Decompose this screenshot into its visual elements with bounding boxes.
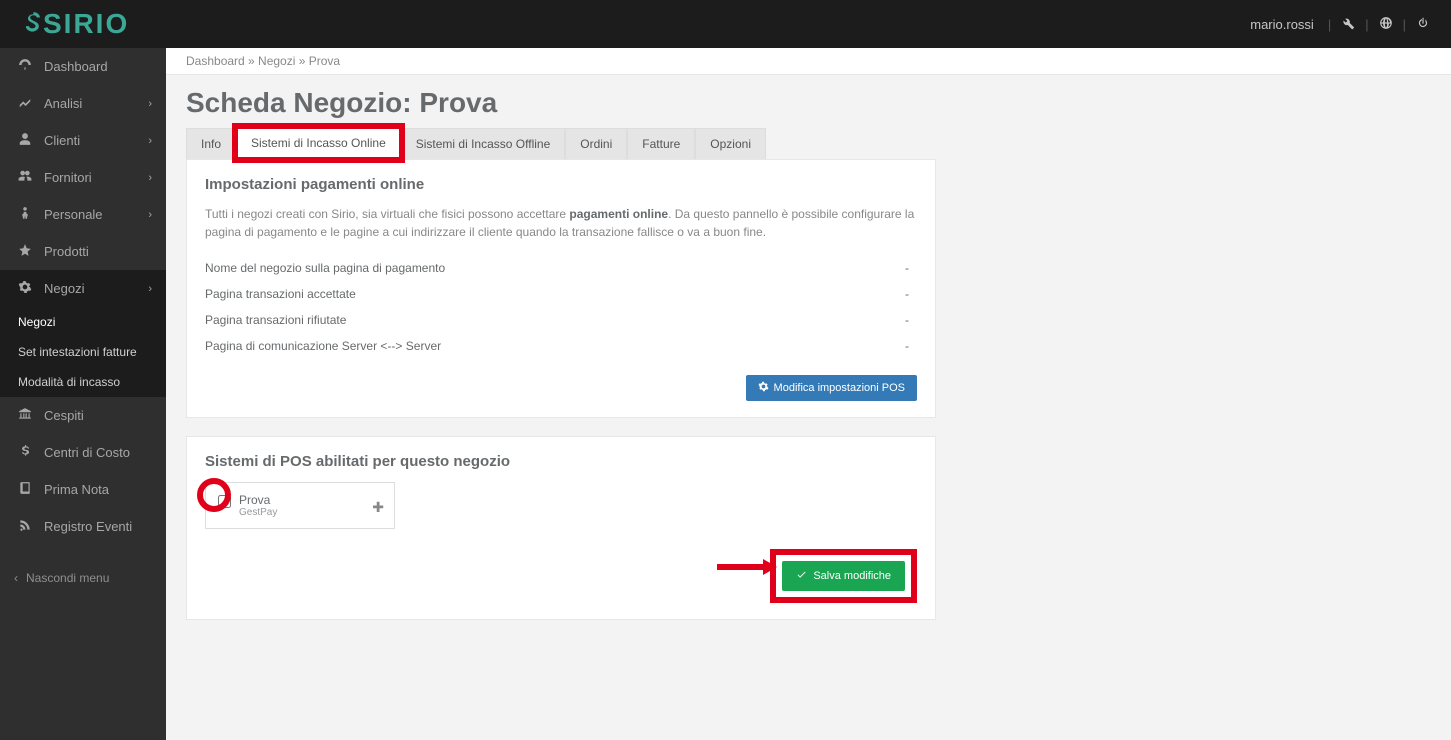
sidebar-item-label: Analisi [44, 96, 148, 111]
chevron-right-icon: › [148, 98, 152, 110]
chevron-left-icon: ‹ [14, 571, 18, 585]
tab-sistemi-di-incasso-online[interactable]: Sistemi di Incasso Online [236, 127, 401, 159]
power-icon[interactable] [1410, 16, 1436, 33]
sidebar-item-analisi[interactable]: Analisi› [0, 85, 166, 122]
sidebar-item-prodotti[interactable]: Prodotti [0, 233, 166, 270]
tab-opzioni[interactable]: Opzioni [695, 128, 766, 159]
username[interactable]: mario.rossi [1250, 17, 1314, 32]
divider: | [1365, 17, 1368, 32]
top-right: mario.rossi | | | [1250, 16, 1436, 33]
panel-help: Tutti i negozi creati con Sirio, sia vir… [205, 205, 917, 241]
expand-icon[interactable]: ✚ [372, 499, 384, 516]
setting-value: - [897, 313, 917, 327]
setting-key: Pagina transazioni accettate [205, 287, 897, 301]
sidebar-item-centri-di-costo[interactable]: Centri di Costo [0, 434, 166, 471]
chevron-right-icon: › [148, 135, 152, 147]
users-icon [14, 169, 36, 186]
logo-snake-icon [15, 11, 41, 37]
star-icon [14, 243, 36, 260]
pos-checkbox[interactable] [218, 495, 231, 508]
check-icon [796, 569, 807, 583]
setting-key: Pagina transazioni rifiutate [205, 313, 897, 327]
dollar-icon [14, 444, 36, 461]
sidebar-item-personale[interactable]: Personale› [0, 196, 166, 233]
pos-name: Prova [239, 493, 277, 507]
sidebar-subitem[interactable]: Set intestazioni fatture [0, 337, 166, 367]
main-content: Dashboard » Negozi » Prova Scheda Negozi… [166, 48, 1451, 740]
help-bold: pagamenti online [569, 207, 668, 221]
setting-value: - [897, 287, 917, 301]
pos-card[interactable]: Prova GestPay ✚ [205, 482, 395, 529]
sidebar-item-label: Fornitori [44, 170, 148, 185]
setting-value: - [897, 261, 917, 275]
bank-icon [14, 407, 36, 424]
hide-menu[interactable]: ‹ Nascondi menu [0, 557, 166, 599]
logo-text: SIRIO [43, 8, 129, 40]
setting-row: Nome del negozio sulla pagina di pagamen… [205, 255, 917, 281]
breadcrumb[interactable]: Dashboard » Negozi » Prova [166, 48, 1451, 75]
setting-key: Nome del negozio sulla pagina di pagamen… [205, 261, 897, 275]
sidebar-item-registro-eventi[interactable]: Registro Eventi [0, 508, 166, 545]
chevron-right-icon: › [148, 283, 152, 295]
sidebar-item-label: Personale [44, 207, 148, 222]
chevron-right-icon: › [148, 172, 152, 184]
analytics-icon [14, 95, 36, 112]
divider: | [1328, 17, 1331, 32]
panel-title: Sistemi di POS abilitati per questo nego… [205, 453, 917, 470]
save-button[interactable]: Salva modifiche [782, 561, 905, 591]
sidebar: DashboardAnalisi›Clienti›Fornitori›Perso… [0, 48, 166, 740]
logo: SIRIO [15, 8, 129, 40]
sidebar-item-label: Prima Nota [44, 482, 152, 497]
sidebar-item-dashboard[interactable]: Dashboard [0, 48, 166, 85]
sidebar-item-label: Clienti [44, 133, 148, 148]
sidebar-item-label: Negozi [44, 281, 148, 296]
rss-icon [14, 518, 36, 535]
setting-key: Pagina di comunicazione Server <--> Serv… [205, 339, 897, 353]
wrench-icon[interactable] [1335, 16, 1361, 33]
setting-row: Pagina di comunicazione Server <--> Serv… [205, 333, 917, 359]
topbar: SIRIO mario.rossi | | | [0, 0, 1451, 48]
user-icon [14, 132, 36, 149]
hide-menu-label: Nascondi menu [26, 571, 109, 585]
panel-online-settings: Impostazioni pagamenti online Tutti i ne… [186, 159, 936, 418]
sidebar-item-clienti[interactable]: Clienti› [0, 122, 166, 159]
setting-row: Pagina transazioni accettate- [205, 281, 917, 307]
annotation-box: Salva modifiche [770, 549, 917, 603]
chevron-right-icon: › [148, 209, 152, 221]
button-label: Salva modifiche [813, 570, 891, 582]
tab-ordini[interactable]: Ordini [565, 128, 627, 159]
panel-pos-enabled: Sistemi di POS abilitati per questo nego… [186, 436, 936, 620]
sidebar-item-label: Centri di Costo [44, 445, 152, 460]
book-icon [14, 481, 36, 498]
globe-icon[interactable] [1373, 16, 1399, 33]
sidebar-item-label: Registro Eventi [44, 519, 152, 534]
sidebar-item-label: Dashboard [44, 59, 152, 74]
page-title: Scheda Negozio: Prova [166, 75, 956, 127]
gear-icon [758, 381, 769, 395]
tabs: InfoSistemi di Incasso OnlineSistemi di … [166, 127, 956, 159]
person-icon [14, 206, 36, 223]
sidebar-subitem[interactable]: Modalità di incasso [0, 367, 166, 397]
setting-row: Pagina transazioni rifiutate- [205, 307, 917, 333]
button-label: Modifica impostazioni POS [774, 382, 905, 394]
panel-title: Impostazioni pagamenti online [205, 176, 917, 193]
tab-sistemi-di-incasso-offline[interactable]: Sistemi di Incasso Offline [401, 128, 566, 159]
sidebar-subitem[interactable]: Negozi [0, 307, 166, 337]
tab-info[interactable]: Info [186, 128, 236, 159]
sidebar-item-cespiti[interactable]: Cespiti [0, 397, 166, 434]
help-pre: Tutti i negozi creati con Sirio, sia vir… [205, 207, 569, 221]
pos-type: GestPay [239, 507, 277, 518]
sidebar-item-fornitori[interactable]: Fornitori› [0, 159, 166, 196]
tab-fatture[interactable]: Fatture [627, 128, 695, 159]
annotation-arrow [717, 557, 777, 577]
sidebar-item-label: Cespiti [44, 408, 152, 423]
setting-value: - [897, 339, 917, 353]
dashboard-icon [14, 58, 36, 75]
modify-pos-button[interactable]: Modifica impostazioni POS [746, 375, 917, 401]
divider: | [1403, 17, 1406, 32]
sidebar-item-prima-nota[interactable]: Prima Nota [0, 471, 166, 508]
gear-icon [14, 280, 36, 297]
sidebar-item-label: Prodotti [44, 244, 152, 259]
sidebar-item-negozi[interactable]: Negozi› [0, 270, 166, 307]
